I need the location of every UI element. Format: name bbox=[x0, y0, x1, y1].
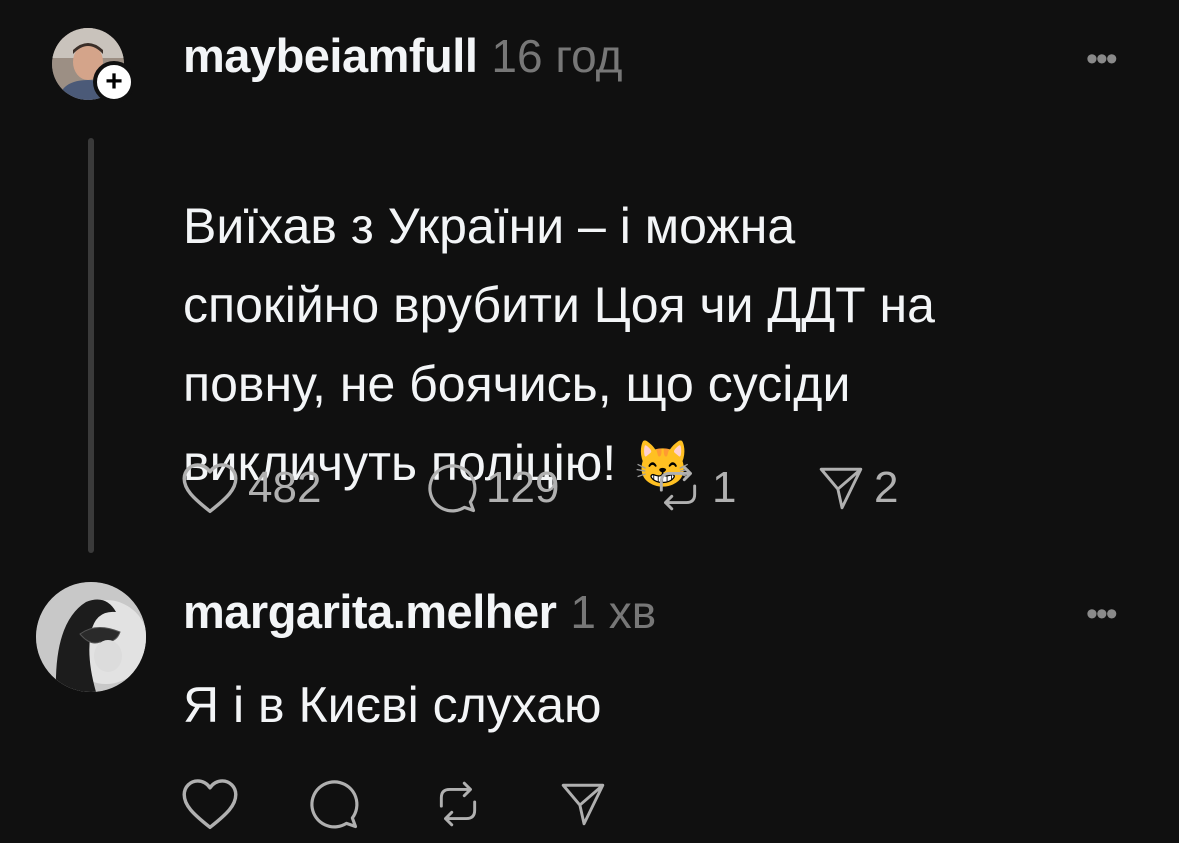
repost-button[interactable]: 1 bbox=[652, 463, 736, 513]
like-button[interactable] bbox=[180, 777, 240, 831]
repost-icon bbox=[659, 465, 697, 511]
share-button[interactable] bbox=[558, 779, 608, 829]
more-icon[interactable]: ••• bbox=[1086, 42, 1118, 76]
post-margarita-melher: margarita.melher 1 хв ••• Я і в Києві сл… bbox=[0, 560, 1179, 843]
post-maybeiamfull: + maybeiamfull 16 год ••• Виїхав з Украї… bbox=[0, 0, 1179, 560]
post-header: margarita.melher 1 хв bbox=[183, 584, 656, 639]
avatar-margarita-melher[interactable] bbox=[36, 582, 146, 692]
like-button[interactable]: 482 bbox=[180, 461, 321, 515]
more-icon[interactable]: ••• bbox=[1086, 597, 1118, 631]
timestamp: 1 хв bbox=[570, 586, 657, 638]
username[interactable]: maybeiamfull bbox=[183, 28, 478, 83]
post-header: maybeiamfull 16 год bbox=[183, 28, 623, 83]
post-text-content: Виїхав з України – і можна спокійно вруб… bbox=[183, 198, 935, 491]
post-text: Виїхав з України – і можна спокійно вруб… bbox=[183, 108, 1153, 504]
follow-plus-icon[interactable]: + bbox=[93, 61, 135, 103]
reply-button[interactable]: 129 bbox=[424, 461, 559, 515]
user-photo-icon bbox=[36, 582, 146, 692]
comment-icon bbox=[310, 780, 359, 829]
reply-count: 129 bbox=[486, 463, 560, 512]
repost-count: 1 bbox=[712, 463, 737, 512]
share-button[interactable]: 2 bbox=[816, 463, 898, 513]
timestamp: 16 год bbox=[491, 30, 623, 82]
heart-icon bbox=[182, 463, 238, 514]
share-icon bbox=[561, 783, 605, 826]
post-text: Я і в Києві слухаю bbox=[183, 677, 602, 733]
repost-icon bbox=[439, 781, 477, 827]
heart-icon bbox=[182, 779, 238, 830]
share-icon bbox=[819, 467, 863, 510]
repost-button[interactable] bbox=[432, 779, 484, 829]
share-count: 2 bbox=[874, 463, 899, 512]
reply-button[interactable] bbox=[306, 777, 360, 831]
thread-line bbox=[88, 138, 94, 553]
comment-icon bbox=[428, 464, 477, 513]
like-count: 482 bbox=[248, 463, 322, 512]
username[interactable]: margarita.melher bbox=[183, 584, 557, 639]
